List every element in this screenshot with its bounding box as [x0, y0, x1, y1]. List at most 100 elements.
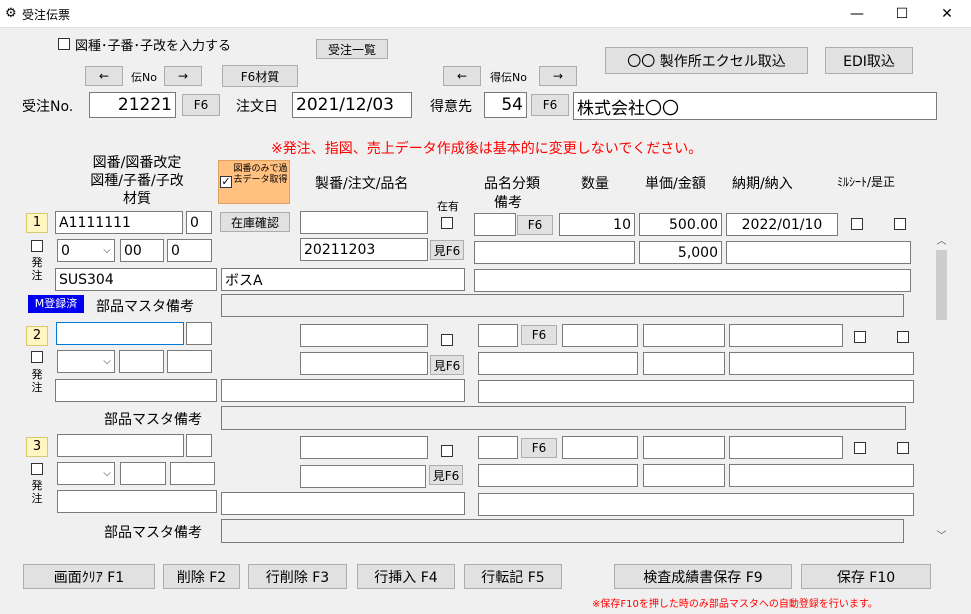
order-no-input[interactable]: 21221	[89, 92, 176, 118]
row3-remarks2-input[interactable]	[478, 493, 914, 516]
row1-sub-no-input[interactable]: 00	[120, 239, 164, 262]
row3-amount-input[interactable]	[643, 464, 725, 487]
row2-sub-rev-input[interactable]	[167, 350, 212, 373]
row3-product-cat-input[interactable]	[478, 436, 518, 459]
row3-parts-remark-input[interactable]	[221, 519, 904, 543]
past-data-checkbox[interactable]: ✓	[220, 176, 232, 188]
customer-name-input[interactable]: 株式会社〇〇	[573, 92, 937, 120]
row3-qty-input[interactable]	[562, 436, 638, 459]
maximize-button[interactable]: ☐	[879, 0, 925, 28]
row1-type-select[interactable]: 0 ⌵	[57, 239, 115, 262]
row2-order-no-input[interactable]	[300, 352, 428, 375]
clear-screen-button[interactable]: 画面ｸﾘｱ F1	[23, 564, 155, 589]
scroll-up-icon[interactable]: ︿	[933, 232, 950, 247]
scroll-down-icon[interactable]: ﹀	[933, 527, 950, 542]
row2-in-stock-checkbox[interactable]	[441, 334, 453, 346]
row3-delivery-extra-input[interactable]	[729, 464, 914, 487]
edi-import-button[interactable]: EDI取込	[825, 47, 913, 74]
delete-button[interactable]: 削除 F2	[163, 564, 240, 589]
row3-f6-button[interactable]: F6	[521, 438, 557, 458]
row3-order-no-input[interactable]	[300, 465, 426, 488]
row3-seiban-input[interactable]	[300, 436, 428, 459]
row3-drawing-rev-input[interactable]	[186, 434, 212, 457]
row-delete-button[interactable]: 行削除 F3	[248, 564, 347, 589]
row3-type-select[interactable]: ⌵	[57, 462, 115, 485]
row3-in-stock-checkbox[interactable]	[441, 445, 453, 457]
row3-order-checkbox[interactable]	[31, 463, 43, 475]
row1-product-cat-input[interactable]	[474, 213, 516, 236]
row3-correction-checkbox[interactable]	[897, 442, 909, 454]
row2-drawing-rev-input[interactable]	[186, 322, 212, 345]
row2-delivery-input[interactable]	[729, 324, 843, 347]
close-button[interactable]: ✕	[924, 0, 970, 28]
inspection-save-button[interactable]: 検査成績書保存 F9	[614, 564, 792, 589]
row2-remarks-input[interactable]	[478, 352, 638, 375]
row1-qty-input[interactable]: 10	[559, 213, 635, 236]
cust-slip-prev-button[interactable]: ←	[443, 66, 481, 86]
row1-correction-checkbox[interactable]	[894, 218, 906, 230]
row3-mi-f6-button[interactable]: 見F6	[429, 465, 463, 485]
row2-mill-sheet-checkbox[interactable]	[854, 331, 866, 343]
row1-delivery-extra-input[interactable]	[726, 241, 911, 264]
order-no-f6-button[interactable]: F6	[182, 94, 220, 116]
row1-drawing-no-input[interactable]: A1111111	[55, 211, 183, 234]
row1-order-checkbox[interactable]	[31, 240, 43, 252]
row1-amount-input[interactable]: 5,000	[639, 241, 722, 264]
row2-seiban-input[interactable]	[300, 324, 428, 347]
vertical-scrollbar[interactable]: ︿ ﹀	[933, 232, 950, 542]
row1-mill-sheet-checkbox[interactable]	[851, 218, 863, 230]
row3-delivery-input[interactable]	[729, 436, 843, 459]
row2-unit-price-input[interactable]	[643, 324, 725, 347]
customer-code-input[interactable]: 54	[484, 92, 527, 118]
slip-prev-button[interactable]: ←	[85, 66, 123, 86]
row1-f6-button[interactable]: F6	[517, 215, 553, 235]
row1-drawing-rev-input[interactable]: 0	[186, 211, 212, 234]
order-list-button[interactable]: 受注一覧	[316, 39, 388, 59]
row2-material-input[interactable]	[55, 379, 217, 402]
row2-mi-f6-button[interactable]: 見F6	[430, 355, 464, 375]
row3-remarks-input[interactable]	[478, 464, 638, 487]
row1-remarks-input[interactable]	[474, 241, 635, 264]
customer-f6-button[interactable]: F6	[531, 94, 569, 116]
excel-import-button[interactable]: 〇〇 製作所エクセル取込	[605, 47, 808, 74]
row2-correction-checkbox[interactable]	[897, 331, 909, 343]
row2-qty-input[interactable]	[562, 324, 638, 347]
row3-unit-price-input[interactable]	[643, 436, 725, 459]
save-button[interactable]: 保存 F10	[801, 564, 931, 589]
row2-type-select[interactable]: ⌵	[57, 350, 115, 373]
row2-order-checkbox[interactable]	[31, 351, 43, 363]
row1-seiban-input[interactable]	[300, 211, 428, 234]
row1-unit-price-input[interactable]: 500.00	[639, 213, 722, 236]
order-date-input[interactable]: 2021/12/03	[292, 92, 412, 118]
row1-product-name-input[interactable]: ボスA	[221, 268, 465, 291]
f6-material-button[interactable]: F6材質	[222, 65, 298, 87]
row2-remarks2-input[interactable]	[478, 380, 914, 403]
row2-delivery-extra-input[interactable]	[729, 352, 914, 375]
row1-in-stock-checkbox[interactable]	[441, 217, 453, 229]
row3-drawing-no-input[interactable]	[57, 434, 184, 457]
row1-material-input[interactable]: SUS304	[55, 268, 217, 291]
minimize-button[interactable]: —	[834, 0, 880, 28]
row1-sub-rev-input[interactable]: 0	[167, 239, 212, 262]
row-insert-button[interactable]: 行挿入 F4	[357, 564, 455, 589]
row2-product-name-input[interactable]	[221, 379, 465, 402]
row3-material-input[interactable]	[57, 490, 217, 513]
row2-drawing-no-input[interactable]	[56, 322, 184, 345]
row1-order-no-input[interactable]: 20211203	[300, 238, 428, 261]
row3-product-name-input[interactable]	[221, 492, 465, 515]
cust-slip-next-button[interactable]: →	[539, 66, 577, 86]
row2-f6-button[interactable]: F6	[521, 325, 557, 345]
row1-remarks2-input[interactable]	[474, 269, 911, 292]
row2-product-cat-input[interactable]	[478, 324, 518, 347]
row2-amount-input[interactable]	[643, 352, 725, 375]
row-copy-button[interactable]: 行転記 F5	[464, 564, 562, 589]
slip-next-button[interactable]: →	[164, 66, 202, 86]
row2-parts-remark-input[interactable]	[221, 406, 906, 430]
scrollbar-thumb[interactable]	[936, 250, 947, 320]
row1-delivery-input[interactable]: 2022/01/10	[726, 213, 838, 236]
row1-parts-remark-input[interactable]	[221, 294, 904, 317]
row3-mill-sheet-checkbox[interactable]	[854, 442, 866, 454]
row1-stock-check-button[interactable]: 在庫確認	[220, 212, 290, 232]
row2-sub-no-input[interactable]	[119, 350, 164, 373]
row3-sub-no-input[interactable]	[120, 462, 166, 485]
